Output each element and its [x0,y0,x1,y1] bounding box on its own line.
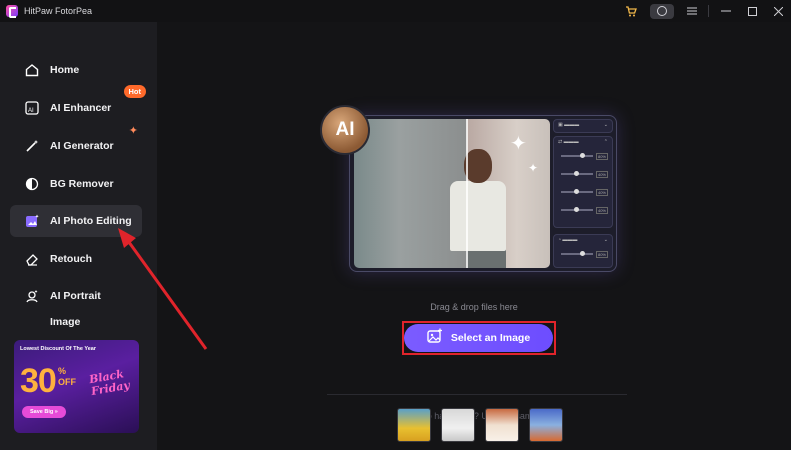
sparkle-icon: ✦ [528,161,539,175]
sidebar-item-label: AI Enhancer [50,102,112,114]
preview-card: ✦ ✦ AI ▣ ▬▬▬ ⌄ ⇄ ▬▬▬ ⌃ 80% 40% 40% 40% ◔ ▬… [320,105,617,272]
main-area: ✦ ✦ AI ▣ ▬▬▬ ⌄ ⇄ ▬▬▬ ⌃ 80% 40% 40% 40% ◔ ▬… [157,22,791,450]
add-image-icon [427,328,443,349]
svg-text:AI: AI [28,108,34,114]
promo-off-label: OFF [58,377,76,387]
settings-panel-header: ▣ ▬▬▬ ⌄ [553,119,613,133]
sample-thumbnail[interactable] [529,408,563,442]
sparkle-icon: ✦ [128,125,138,137]
ai-badge: AI [320,105,370,155]
sidebar-item-home[interactable]: Home [10,54,142,86]
portrait-icon [24,288,40,304]
maximize-icon[interactable] [739,0,765,22]
sidebar-item-label: BG Remover [50,178,114,190]
cart-icon[interactable] [618,0,644,22]
promo-pct-sign: % [58,366,67,376]
app-title: HitPaw FotorPea [24,6,93,16]
sparkle-icon: ✦ [510,133,527,155]
bg-remover-icon [24,176,40,192]
sidebar-item-ai-generator[interactable]: AI Generator ✦ [10,125,142,162]
promo-cta-button[interactable]: Save Big » [22,406,66,418]
compare-split-line [466,119,468,268]
settings-panel-bottom: ◔ ▬▬▬ ⌄ 80% [553,234,613,268]
titlebar-divider [708,5,709,17]
sidebar-item-bg-remover[interactable]: BG Remover [10,168,142,200]
photo-edit-icon [24,213,40,229]
sidebar-item-label: AI Portrait [50,290,101,302]
menu-icon[interactable] [680,0,704,22]
sample-thumbnail[interactable] [485,408,519,442]
user-icon[interactable] [650,3,674,19]
drag-drop-hint: Drag & drop files here [430,302,518,312]
promo-black-friday: Black Friday [88,367,131,399]
sample-thumbnail[interactable] [397,408,431,442]
sidebar-item-ai-portrait[interactable]: AI Portrait [10,280,142,312]
title-bar: HitPaw FotorPea [0,0,791,22]
select-image-button[interactable]: Select an Image [404,324,553,352]
close-icon[interactable] [765,0,791,22]
magic-wand-icon [24,138,40,154]
sidebar-item-label: AI Generator [50,140,114,152]
sidebar-item-label: Retouch [50,253,92,265]
sample-thumbnail[interactable] [441,408,475,442]
sample-thumbnails [397,408,563,442]
divider [327,394,627,395]
eraser-icon [24,251,40,267]
app-logo-icon [6,5,18,18]
promo-banner[interactable]: Lowest Discount Of The Year 30 % OFF Blac… [14,340,139,433]
image-icon [24,320,40,336]
sidebar-item-label: AI Photo Editing [50,215,132,227]
sample-photo: ✦ ✦ [354,119,550,268]
home-icon [24,62,40,78]
sidebar-item-ai-photo-editing[interactable]: AI Photo Editing [10,205,142,237]
enhancer-icon: AI [24,100,40,116]
sidebar-item-image[interactable]: Image [10,314,142,342]
promo-percent: 30 [20,362,57,400]
hot-badge: Hot [123,85,146,98]
minimize-icon[interactable] [713,0,739,22]
promo-headline: Lowest Discount Of The Year [20,346,96,352]
sidebar-item-label: Home [50,64,80,76]
select-image-label: Select an Image [450,332,531,344]
settings-panel-sliders: ⇄ ▬▬▬ ⌃ 80% 40% 40% 40% [553,136,613,228]
sidebar-item-label: Image [50,316,81,328]
promo-off: % OFF [58,366,76,388]
sidebar-item-ai-enhancer[interactable]: AI AI Enhancer Hot [10,85,146,124]
sidebar-item-retouch[interactable]: Retouch [10,243,142,275]
